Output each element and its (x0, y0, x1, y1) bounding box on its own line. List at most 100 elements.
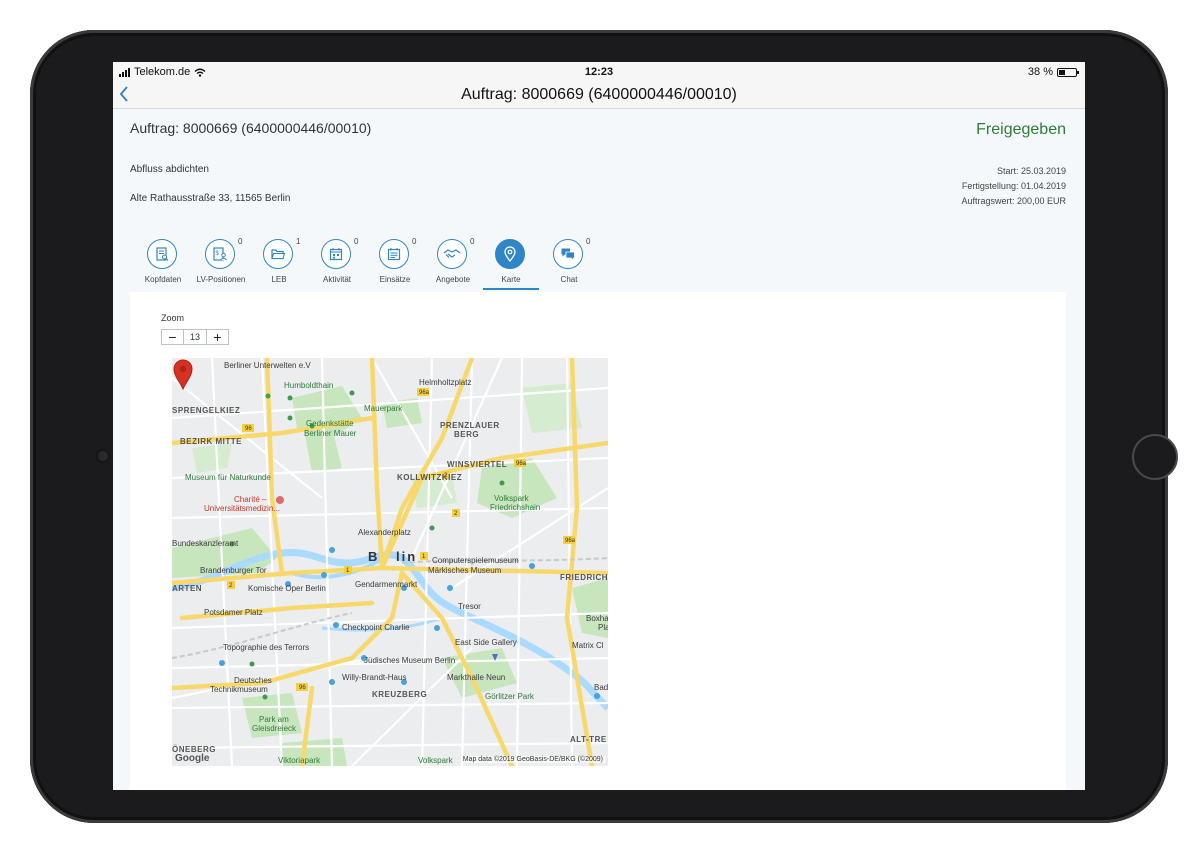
map-label: BERG (454, 430, 480, 439)
map-label: lin (396, 549, 418, 564)
map-label: FRIEDRICHSHA (560, 573, 608, 582)
zoom-in-button[interactable]: + (207, 329, 228, 345)
map-label: Gendarmenmarkt (355, 580, 418, 589)
chat-icon (553, 239, 583, 269)
tab-badge: 0 (238, 237, 243, 246)
svg-text:96: 96 (299, 685, 306, 691)
map-label: WINSVIERTEL (447, 460, 508, 469)
map-label: Universitätsmedizin... (204, 504, 281, 513)
nav-title: Auftrag: 8000669 (6400000446/00010) (461, 86, 737, 103)
order-description: Abfluss abdichten (130, 164, 209, 175)
location-marker-icon[interactable] (172, 358, 194, 390)
navigation-bar: Auftrag: 8000669 (6400000446/00010) (113, 82, 1085, 109)
svg-text:$: $ (216, 251, 220, 257)
tab-lv-positionen[interactable]: $ 0 LV-Positionen (193, 229, 249, 291)
map-label: Potsdamer Platz (204, 608, 263, 617)
svg-text:96: 96 (245, 426, 252, 432)
battery-info: 38 % (1027, 66, 1079, 78)
map-label: Mauerpark (364, 404, 403, 413)
tab-aktivitaet[interactable]: 0 Aktivität (309, 229, 365, 291)
completion-date: Fertigstellung: 01.04.2019 (961, 181, 1066, 191)
document-search-icon (147, 239, 177, 269)
map-label: Helmholtzplatz (419, 378, 472, 387)
map-label: Friedrichshain (490, 503, 541, 512)
map-label: Humboldthain (284, 381, 334, 390)
tab-leb[interactable]: 1 LEB (251, 229, 307, 291)
order-meta: Start: 25.03.2019 Fertigstellung: 01.04.… (961, 164, 1066, 209)
order-detail: Auftrag: 8000669 (6400000446/00010) Frei… (113, 109, 1085, 790)
map-panel: Zoom − 13 + 96a 96 96a 96a 2 1 1 2 96 2 … (130, 292, 1066, 790)
map-label: East Side Gallery (455, 638, 517, 647)
map-label: Märkisches Museum (428, 566, 502, 575)
map-label: Checkpoint Charlie (342, 623, 410, 632)
map-label: Viktoriapark (278, 756, 321, 765)
tab-chat[interactable]: 0 Chat (541, 229, 597, 291)
map-pin-icon (495, 239, 525, 269)
battery-icon (1057, 67, 1079, 77)
map-label: Komische Oper Berlin (248, 584, 326, 593)
map-label: Park am (259, 715, 289, 724)
svg-text:96a: 96a (419, 390, 430, 396)
status-bar: Telekom.de 12:23 38 % (113, 62, 1085, 82)
order-value: Auftragswert: 200,00 EUR (961, 196, 1066, 206)
map-label: Volkspark (494, 494, 529, 503)
map-label: Charité – (234, 495, 267, 504)
calendar-icon (321, 239, 351, 269)
map-label: Matrix Cl (572, 641, 604, 650)
map-label: Tresor (458, 602, 481, 611)
map-label: Gleisdreieck (252, 724, 297, 733)
map-label: KOLLWITZKIEZ (397, 473, 463, 482)
zoom-stepper: − 13 + (161, 329, 229, 345)
order-title: Auftrag: 8000669 (6400000446/00010) (130, 120, 372, 136)
tab-bar: Kopfdaten $ 0 LV-Positionen 1 LEB 0 Akti… (130, 229, 1066, 293)
zoom-out-button[interactable]: − (162, 329, 183, 345)
map-label: Bad (594, 683, 608, 692)
home-button[interactable] (1132, 434, 1178, 480)
map-label: Berliner Unterwelten e.V (224, 361, 311, 370)
map-label: Jüdisches Museum Berlin (364, 656, 456, 665)
map-label: ARTEN (172, 584, 203, 593)
map-label: Berliner Mauer (304, 429, 357, 438)
map-label: Willy-Brandt-Haus (342, 673, 407, 682)
active-tab-indicator (483, 288, 539, 290)
tab-badge: 0 (586, 237, 591, 246)
map-label: Markthalle Neun (447, 673, 506, 682)
map-base: 96a 96 96a 96a 2 1 1 2 96 2 (172, 358, 608, 766)
order-status: Freigegeben (976, 121, 1066, 138)
map-label: Görlitzer Park (485, 692, 534, 701)
zoom-value[interactable]: 13 (183, 330, 207, 344)
map-label: ALT-TRE (570, 735, 607, 744)
map-label: Brandenburger Tor (200, 566, 267, 575)
map-label: B (368, 549, 380, 564)
map-label: PRENZLAUER (440, 421, 500, 430)
map-view[interactable]: 96a 96 96a 96a 2 1 1 2 96 2 Berliner Unt… (172, 358, 608, 766)
map-label: Deutsches (234, 676, 272, 685)
tab-einsaetze[interactable]: 0 Einsätze (367, 229, 423, 291)
tab-badge: 0 (412, 237, 417, 246)
map-label: BEZIRK MITTE (180, 437, 242, 446)
calendar-list-icon (379, 239, 409, 269)
map-label: Alexanderplatz (358, 528, 411, 537)
front-camera (98, 451, 108, 461)
map-label: Museum für Naturkunde (185, 473, 271, 482)
map-label: Gedenkstätte (306, 419, 354, 428)
tab-karte[interactable]: Karte (483, 229, 539, 291)
google-logo: Google (175, 753, 210, 764)
order-address: Alte Rathausstraße 33, 11565 Berlin (130, 193, 291, 204)
svg-text:96a: 96a (516, 461, 527, 467)
handshake-icon (437, 239, 467, 269)
map-label: Technikmuseum (210, 685, 268, 694)
map-label: Pla (598, 623, 608, 632)
tab-angebote[interactable]: 0 Angebote (425, 229, 481, 291)
map-label: Computerspielemuseum (432, 556, 519, 565)
tab-label: Chat (560, 275, 578, 284)
tab-kopfdaten[interactable]: Kopfdaten (135, 229, 191, 291)
battery-percent: 38 % (1027, 66, 1053, 78)
map-label: Topographie des Terrors (223, 643, 310, 652)
map-label: Boxha (586, 614, 608, 623)
map-label: SPRENGELKIEZ (172, 406, 241, 415)
screen: Telekom.de 12:23 38 % Auftrag: 8000669 (… (113, 62, 1085, 790)
folder-open-icon (263, 239, 293, 269)
clock: 12:23 (584, 66, 614, 78)
map-label: Bundeskanzleramt (172, 539, 239, 548)
